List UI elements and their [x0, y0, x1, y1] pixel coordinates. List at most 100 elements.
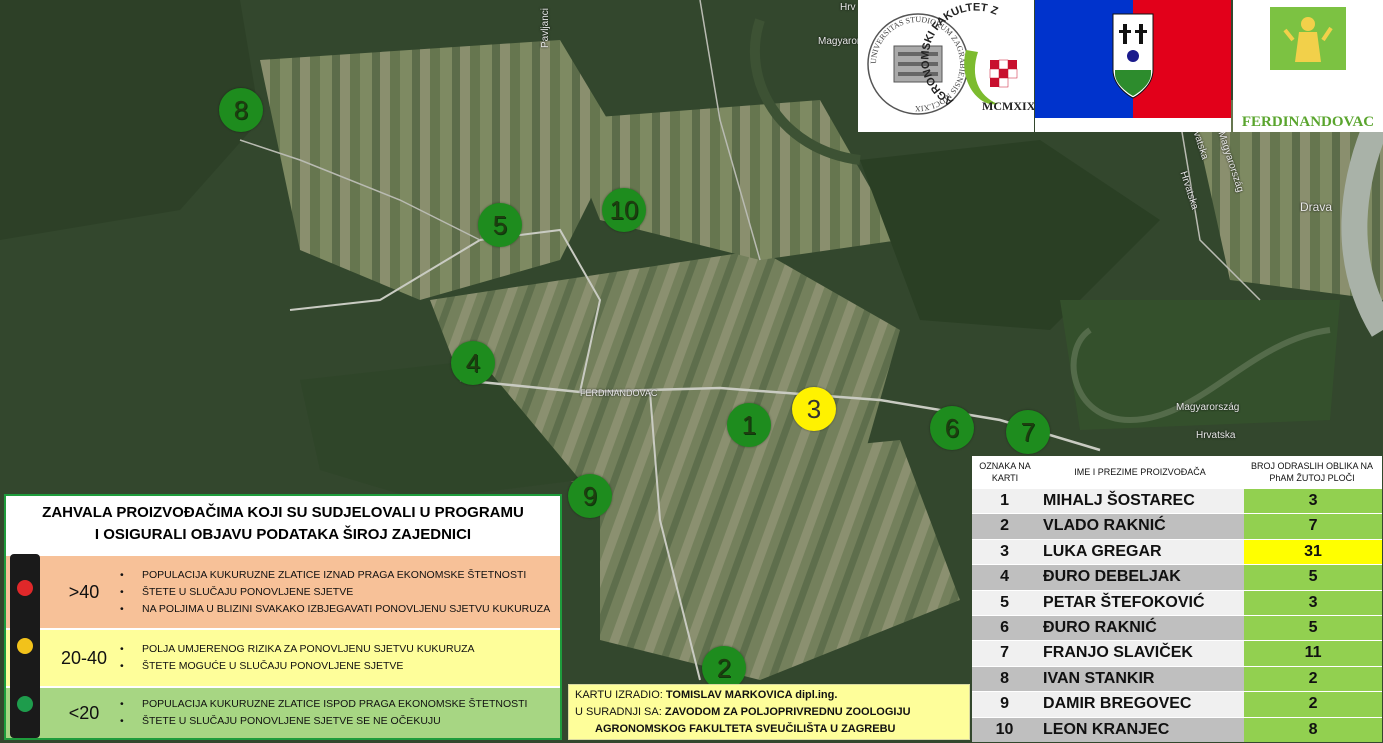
row-name: DAMIR BREGOVEC — [1043, 695, 1192, 713]
municipality-name: FERDINANDOVAC — [1242, 114, 1374, 130]
row-id: 3 — [1000, 542, 1009, 560]
county-flag — [1035, 0, 1231, 132]
row-count: 2 — [1244, 666, 1382, 692]
legend-title-line-2: I OSIGURALI OBJAVU PODATAKA ŠIROJ ZAJEDN… — [94, 526, 472, 543]
map-marker-9[interactable]: 9 — [568, 474, 612, 518]
map-marker-3[interactable]: 3 — [792, 387, 836, 431]
legend-bullet: ŠTETE MOGUĆE U SLUČAJU PONOVLJENE SJETVE — [142, 658, 475, 675]
row-id: 7 — [1000, 644, 1009, 662]
legend-bullet: ŠTETE U SLUČAJU PONOVLJENE SJETVE — [142, 584, 550, 601]
faculty-year: MCMXIX — [982, 99, 1034, 113]
row-id: 9 — [1000, 695, 1009, 713]
row-id: 6 — [1000, 618, 1009, 636]
map-marker-10[interactable]: 10 — [602, 188, 646, 232]
credits-line-3: AGRONOMSKOG FAKULTETA SVEUČILIŠTA U ZAGR… — [575, 721, 963, 738]
map-marker-6[interactable]: 6 — [930, 406, 974, 450]
row-id: 1 — [1000, 492, 1009, 509]
marker-label: 9 — [582, 480, 598, 511]
credits-label: KARTU IZRADIO: — [575, 689, 666, 701]
legend-row-mid: 20-40 POLJA UMJERENOG RIZIKA ZA PONOVLJE… — [6, 630, 560, 686]
header-id: OZNAKA NA KARTI — [979, 461, 1031, 483]
legend-bullets: POLJA UMJERENOG RIZIKA ZA PONOVLJENU SJE… — [118, 641, 475, 675]
legend-title: ZAHVALA PROIZVOĐAČIMA KOJI SU SUDJELOVAL… — [6, 496, 560, 550]
traffic-light-icon — [10, 554, 40, 738]
legend-bullet: POLJA UMJERENOG RIZIKA ZA PONOVLJENU SJE… — [142, 641, 475, 658]
table-row: 5 PETAR ŠTEFOKOVIĆ 3 — [972, 589, 1382, 615]
table-row: 10 LEON KRANJEC 8 — [972, 716, 1382, 742]
header-name: IME I PREZIME PROIZVOĐAČA — [1074, 467, 1206, 477]
row-name: LUKA GREGAR — [1043, 542, 1162, 560]
table-header: OZNAKA NA KARTI IME I PREZIME PROIZVOĐAČ… — [972, 456, 1382, 488]
institute-name: ZAVODOM ZA POLJOPRIVREDNU ZOOLOGIJU — [664, 706, 911, 718]
logo-bar: UNIVERSITAS STUDIORUM ZAGRABIENSIS MDCLX… — [854, 0, 1383, 132]
marker-label: 3 — [806, 393, 822, 424]
row-count: 8 — [1244, 717, 1382, 742]
row-name: ĐURO DEBELJAK — [1043, 568, 1181, 586]
marker-label: 2 — [716, 652, 732, 683]
map-marker-8[interactable]: 8 — [219, 88, 263, 132]
checkerboard-icon — [989, 59, 1018, 88]
legend-bullet: ŠTETE U SLUČAJU PONOVLJENE SJETVE SE NE … — [142, 713, 527, 730]
legend-bullets: POPULACIJA KUKURUZNE ZLATICE ISPOD PRAGA… — [118, 696, 527, 730]
row-count: 3 — [1244, 590, 1382, 615]
marker-label: 5 — [492, 209, 508, 240]
marker-label: 1 — [741, 409, 757, 440]
row-name: PETAR ŠTEFOKOVIĆ — [1043, 593, 1205, 611]
table-row: 2 VLADO RAKNIĆ 7 — [972, 513, 1382, 539]
map-marker-7[interactable]: 7 — [1006, 410, 1050, 454]
row-name: LEON KRANJEC — [1043, 720, 1170, 738]
row-count: 3 — [1244, 489, 1382, 514]
row-name: ĐURO RAKNIĆ — [1043, 618, 1157, 636]
row-count: 7 — [1244, 514, 1382, 539]
header-count: BROJ ODRASLIH OBLIKA NA PhAM ŽUTOJ PLOČI — [1250, 461, 1374, 483]
legend-panel: ZAHVALA PROIZVOĐAČIMA KOJI SU SUDJELOVAL… — [4, 494, 562, 740]
row-name: FRANJO SLAVIČEK — [1043, 644, 1193, 662]
row-id: 10 — [995, 720, 1014, 738]
marker-label: 10 — [609, 194, 639, 225]
row-count: 5 — [1244, 615, 1382, 641]
road-label-hrv: Hrv — [840, 2, 856, 13]
legend-bullet: POPULACIJA KUKURUZNE ZLATICE ISPOD PRAGA… — [142, 696, 527, 713]
legend-row-high: >40 POPULACIJA KUKURUZNE ZLATICE IZNAD P… — [6, 556, 560, 628]
green-light-icon — [17, 696, 33, 712]
table-row: 4 ĐURO DEBELJAK 5 — [972, 564, 1382, 590]
credits-box: KARTU IZRADIO: TOMISLAV MARKOVICA dipl.i… — [568, 684, 970, 740]
row-count: 2 — [1244, 692, 1382, 717]
table-row: 6 ĐURO RAKNIĆ 5 — [972, 614, 1382, 641]
legend-bullet: NA POLJIMA U BLIZINI SVAKAKO IZBJEGAVATI… — [142, 601, 550, 618]
legend-bullets: POPULACIJA KUKURUZNE ZLATICE IZNAD PRAGA… — [118, 567, 550, 618]
credits-label: U SURADNJI SA: — [575, 706, 665, 718]
map-marker-4[interactable]: 4 — [451, 341, 495, 385]
credits-line-2: U SURADNJI SA: ZAVODOM ZA POLJOPRIVREDNU… — [575, 704, 963, 721]
table-row: 8 IVAN STANKIR 2 — [972, 665, 1382, 692]
road-label-magyarorszag-3: Magyarország — [1176, 402, 1240, 413]
row-name: MIHALJ ŠOSTAREC — [1043, 492, 1195, 509]
row-count: 31 — [1244, 539, 1382, 565]
author-name: TOMISLAV MARKOVICA dipl.ing. — [665, 689, 838, 701]
table-row: 3 LUKA GREGAR 31 — [972, 538, 1382, 565]
ferdinandovac-logo: FERDINANDOVAC — [1233, 0, 1383, 132]
row-count: 5 — [1244, 565, 1382, 590]
credits-line-1: KARTU IZRADIO: TOMISLAV MARKOVICA dipl.i… — [575, 687, 963, 704]
faculty-logo: UNIVERSITAS STUDIORUM ZAGRABIENSIS MDCLX… — [854, 0, 1036, 132]
river-label-drava: Drava — [1300, 200, 1333, 214]
row-id: 8 — [1000, 669, 1009, 687]
map-marker-1[interactable]: 1 — [727, 403, 771, 447]
row-id: 5 — [1000, 593, 1009, 611]
yellow-light-icon — [17, 638, 33, 654]
legend-row-low: <20 POPULACIJA KUKURUZNE ZLATICE ISPOD P… — [6, 688, 560, 738]
table-row: 7 FRANJO SLAVIČEK 11 — [972, 640, 1382, 666]
row-name: IVAN STANKIR — [1043, 669, 1155, 687]
legend-title-line-1: ZAHVALA PROIZVOĐAČIMA KOJI SU SUDJELOVAL… — [42, 504, 524, 521]
road-label-hrvatska-3: Hrvatska — [1196, 430, 1236, 441]
marker-label: 4 — [465, 347, 481, 378]
row-id: 2 — [1000, 517, 1009, 535]
marker-label: 8 — [233, 94, 249, 125]
producers-table: OZNAKA NA KARTI IME I PREZIME PROIZVOĐAČ… — [972, 456, 1382, 742]
table-row: 9 DAMIR BREGOVEC 2 — [972, 691, 1382, 717]
town-label: FERDINANDOVAC — [580, 388, 658, 398]
legend-bullet: POPULACIJA KUKURUZNE ZLATICE IZNAD PRAGA… — [142, 567, 550, 584]
row-count: 11 — [1244, 641, 1382, 666]
map-marker-5[interactable]: 5 — [478, 203, 522, 247]
road-label-pavljanci: Pavljanci — [540, 7, 551, 48]
